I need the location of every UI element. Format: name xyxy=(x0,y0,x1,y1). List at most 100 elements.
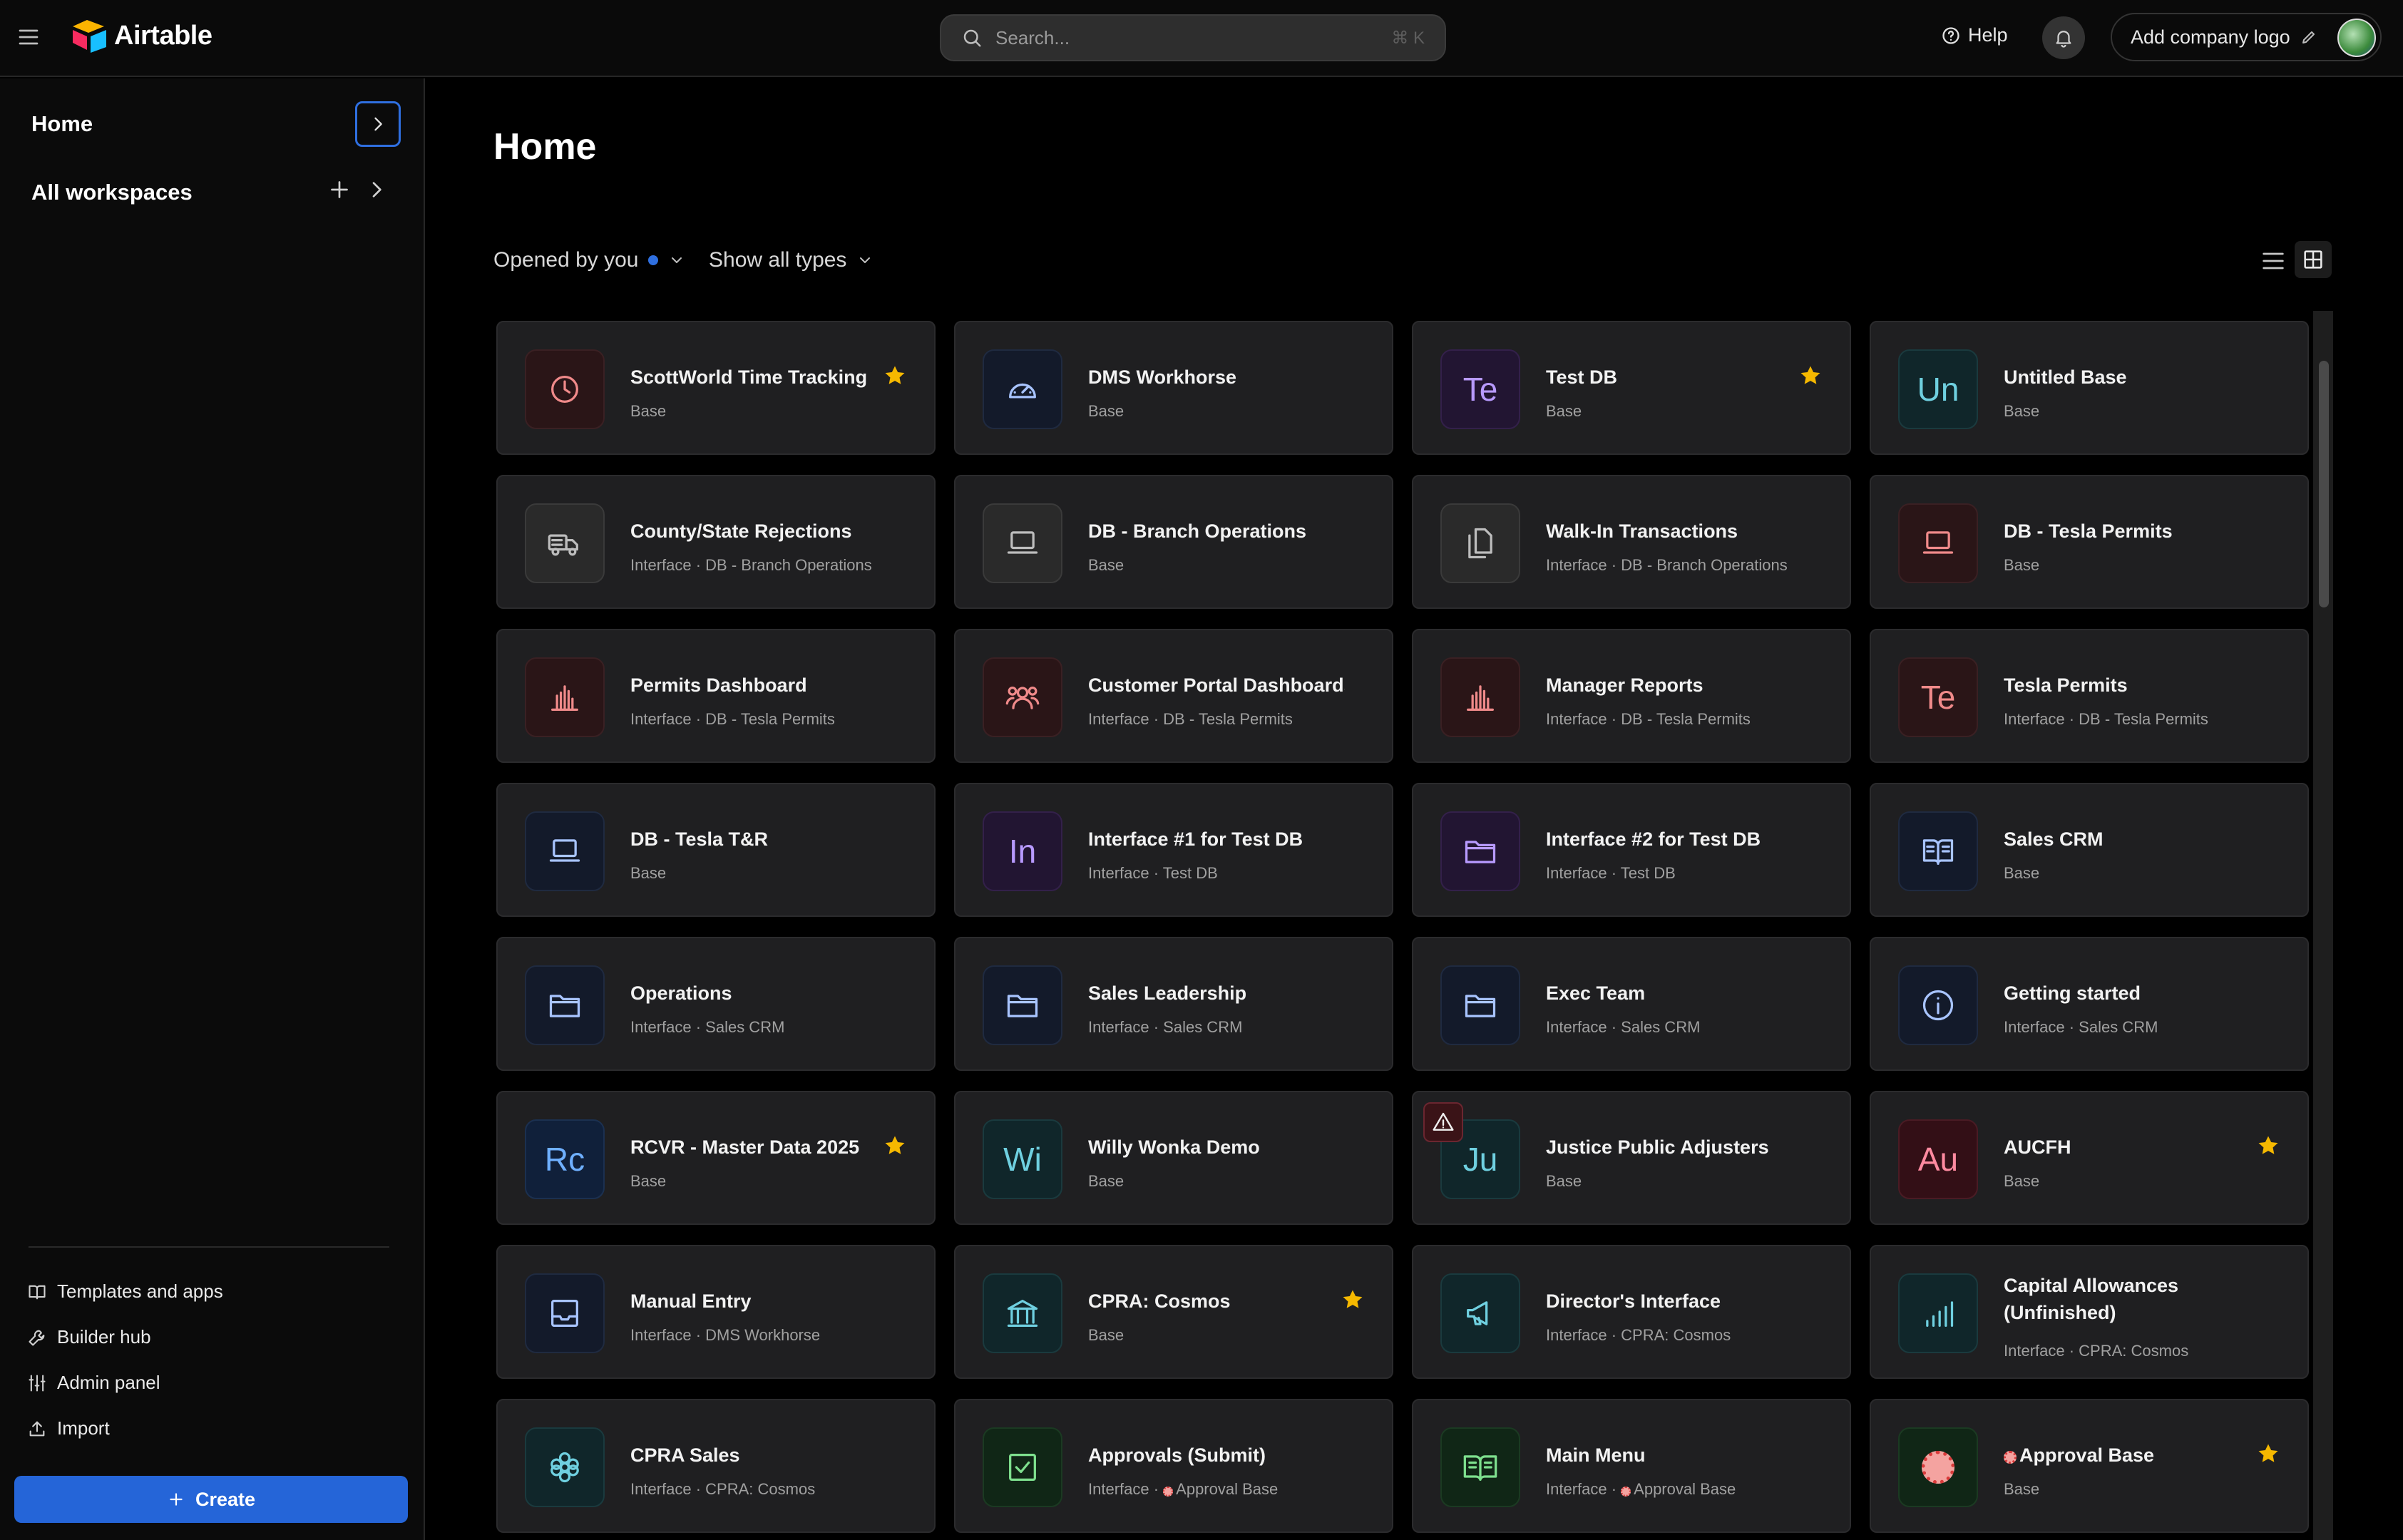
avatar[interactable] xyxy=(2337,19,2376,57)
help-icon xyxy=(1942,26,1959,44)
item-card[interactable]: Te Test DB Base xyxy=(1412,321,1851,455)
chevron-right-icon xyxy=(374,117,382,131)
item-name: CPRA: Cosmos xyxy=(1088,1288,1345,1315)
item-name: Tesla Permits xyxy=(2004,672,2260,699)
item-card[interactable]: CPRA: Cosmos Base xyxy=(954,1245,1393,1379)
item-card[interactable]: Permits Dashboard Interface · DB - Tesla … xyxy=(496,629,936,763)
airtable-logo-icon xyxy=(73,20,106,53)
item-meta: Interface · Sales CRM xyxy=(1546,1018,1700,1037)
item-card[interactable]: Manager Reports Interface · DB - Tesla Pe… xyxy=(1412,629,1851,763)
item-card[interactable]: Capital Allowances (Unfinished) Interface… xyxy=(1870,1245,2309,1379)
item-card[interactable]: Interface #2 for Test DB Interface · Test… xyxy=(1412,783,1851,917)
opened-by-filter[interactable]: Opened by you xyxy=(493,248,685,272)
grid-view-button[interactable] xyxy=(2295,241,2332,278)
add-workspace-button[interactable] xyxy=(327,177,352,202)
emoji-dot-icon xyxy=(1621,1487,1631,1497)
warning-badge[interactable] xyxy=(1423,1102,1463,1142)
help-button[interactable]: Help xyxy=(1941,24,2008,46)
star-icon[interactable] xyxy=(2256,1442,2280,1466)
star-icon[interactable] xyxy=(883,364,907,388)
item-name-text: Willy Wonka Demo xyxy=(1088,1136,1260,1158)
chevron-right-icon xyxy=(372,182,381,197)
airtable-logo[interactable]: Airtable xyxy=(70,19,212,53)
expand-workspaces-button[interactable] xyxy=(365,178,388,201)
menu-icon[interactable] xyxy=(16,24,41,50)
item-meta-text: Interface · Sales CRM xyxy=(1088,1018,1243,1036)
item-card[interactable]: Exec Team Interface · Sales CRM xyxy=(1412,937,1851,1071)
search-input[interactable]: Search... ⌘ K xyxy=(940,14,1446,61)
add-company-logo-button[interactable]: Add company logo xyxy=(2111,13,2382,61)
item-card[interactable]: Walk-In Transactions Interface · DB - Bra… xyxy=(1412,475,1851,609)
item-card[interactable]: ScottWorld Time Tracking Base xyxy=(496,321,936,455)
item-card[interactable]: Wi Willy Wonka Demo Base xyxy=(954,1091,1393,1225)
item-name-text: CPRA: Cosmos xyxy=(1088,1290,1231,1312)
star-icon[interactable] xyxy=(1798,364,1823,388)
item-card[interactable]: Customer Portal Dashboards Interface · DB… xyxy=(954,629,1393,763)
item-card[interactable]: Approvals (Submit) Interface · Approval B… xyxy=(954,1399,1393,1533)
item-card[interactable]: Getting started Interface · Sales CRM xyxy=(1870,937,2309,1071)
item-card[interactable]: DB - Branch Operations Base xyxy=(954,475,1393,609)
item-card[interactable]: Te Tesla Permits Interface · DB - Tesla Pe… xyxy=(1870,629,2309,763)
item-card[interactable]: In Interface #1 for Test DB Interface · Te… xyxy=(954,783,1393,917)
item-card[interactable]: DB - Tesla Permits Base xyxy=(1870,475,2309,609)
sidebar-link-builder-hub[interactable]: Builder hub xyxy=(27,1326,151,1348)
item-name-text: Main Menu xyxy=(1546,1444,1646,1466)
app-name: Airtable xyxy=(114,20,212,51)
item-card[interactable]: Director's Interface Interface · CPRA: Co… xyxy=(1412,1245,1851,1379)
sidebar-item-home[interactable]: Home xyxy=(31,111,93,137)
item-meta-text: Interface · Sales CRM xyxy=(630,1018,785,1036)
item-name: Walk-In Transactions xyxy=(1546,518,1803,545)
plus-icon xyxy=(331,181,348,198)
page-title: Home xyxy=(493,126,597,168)
item-card[interactable]: Manual Entry Interface · DMS Workhorse xyxy=(496,1245,936,1379)
item-meta-text: Interface · Test DB xyxy=(1088,864,1218,882)
item-card[interactable]: Rc RCVR - Master Data 2025 Base xyxy=(496,1091,936,1225)
item-name-text: Operations xyxy=(630,982,732,1004)
star-icon[interactable] xyxy=(2256,1134,2280,1158)
sidebar-link-admin-panel[interactable]: Admin panel xyxy=(27,1372,160,1394)
item-card[interactable]: Approval Base Base xyxy=(1870,1399,2309,1533)
item-meta: Base xyxy=(630,1172,666,1191)
item-card[interactable]: DMS Workhorse Base xyxy=(954,321,1393,455)
item-name: ScottWorld Time Tracking xyxy=(630,364,887,391)
item-name-text: Permits Dashboard xyxy=(630,674,807,696)
star-icon[interactable] xyxy=(1341,1288,1365,1312)
item-icon-tile xyxy=(1898,811,1978,891)
item-card[interactable]: Main Menu Interface · Approval Base xyxy=(1412,1399,1851,1533)
item-name: AUCFH xyxy=(2004,1134,2260,1161)
sidebar-item-all-workspaces[interactable]: All workspaces xyxy=(31,180,193,205)
item-card[interactable]: DB - Tesla T&R Base xyxy=(496,783,936,917)
item-name-text: RCVR - Master Data 2025 xyxy=(630,1136,860,1158)
item-name: Test DB xyxy=(1546,364,1803,391)
item-card[interactable]: Ju Justice Public Adjusters Base xyxy=(1412,1091,1851,1225)
item-card[interactable]: Sales CRM Base xyxy=(1870,783,2309,917)
item-card[interactable]: Un Untitled Base Base xyxy=(1870,321,2309,455)
item-name: DB - Branch Operations xyxy=(1088,518,1345,545)
item-meta-text: Interface · DB - Branch Operations xyxy=(630,556,872,574)
sidebar-link-import[interactable]: Import xyxy=(27,1417,110,1439)
list-view-button[interactable] xyxy=(2259,247,2287,275)
users-icon xyxy=(1005,686,1040,709)
item-icon-tile xyxy=(525,657,605,737)
scrollbar-thumb[interactable] xyxy=(2319,361,2329,607)
create-button[interactable]: Create xyxy=(14,1476,408,1523)
sidebar-link-templates[interactable]: Templates and apps xyxy=(27,1280,223,1303)
item-meta: Interface · Test DB xyxy=(1088,864,1218,883)
item-card[interactable]: Sales Leadership Interface · Sales CRM xyxy=(954,937,1393,1071)
item-initials: Au xyxy=(1917,1141,1959,1178)
item-name-text: Walk-In Transactions xyxy=(1546,520,1738,542)
item-card[interactable]: Au AUCFH Base xyxy=(1870,1091,2309,1225)
item-card[interactable]: County/State Rejections Interface · DB - … xyxy=(496,475,936,609)
item-icon-tile xyxy=(1440,811,1520,891)
item-name-text: Justice Public Adjusters xyxy=(1546,1136,1769,1158)
notifications-button[interactable] xyxy=(2042,16,2085,59)
type-filter[interactable]: Show all types xyxy=(709,248,873,272)
star-icon[interactable] xyxy=(883,1134,907,1158)
item-name-text: DMS Workhorse xyxy=(1088,366,1237,388)
item-name-text: Manual Entry xyxy=(630,1290,752,1312)
expand-home-button[interactable] xyxy=(355,101,401,147)
search-placeholder: Search... xyxy=(995,26,1070,48)
item-card[interactable]: Operations Interface · Sales CRM xyxy=(496,937,936,1071)
item-card[interactable]: CPRA Sales Interface · CPRA: Cosmos xyxy=(496,1399,936,1533)
item-name: Customer Portal Dashboards xyxy=(1088,672,1345,699)
